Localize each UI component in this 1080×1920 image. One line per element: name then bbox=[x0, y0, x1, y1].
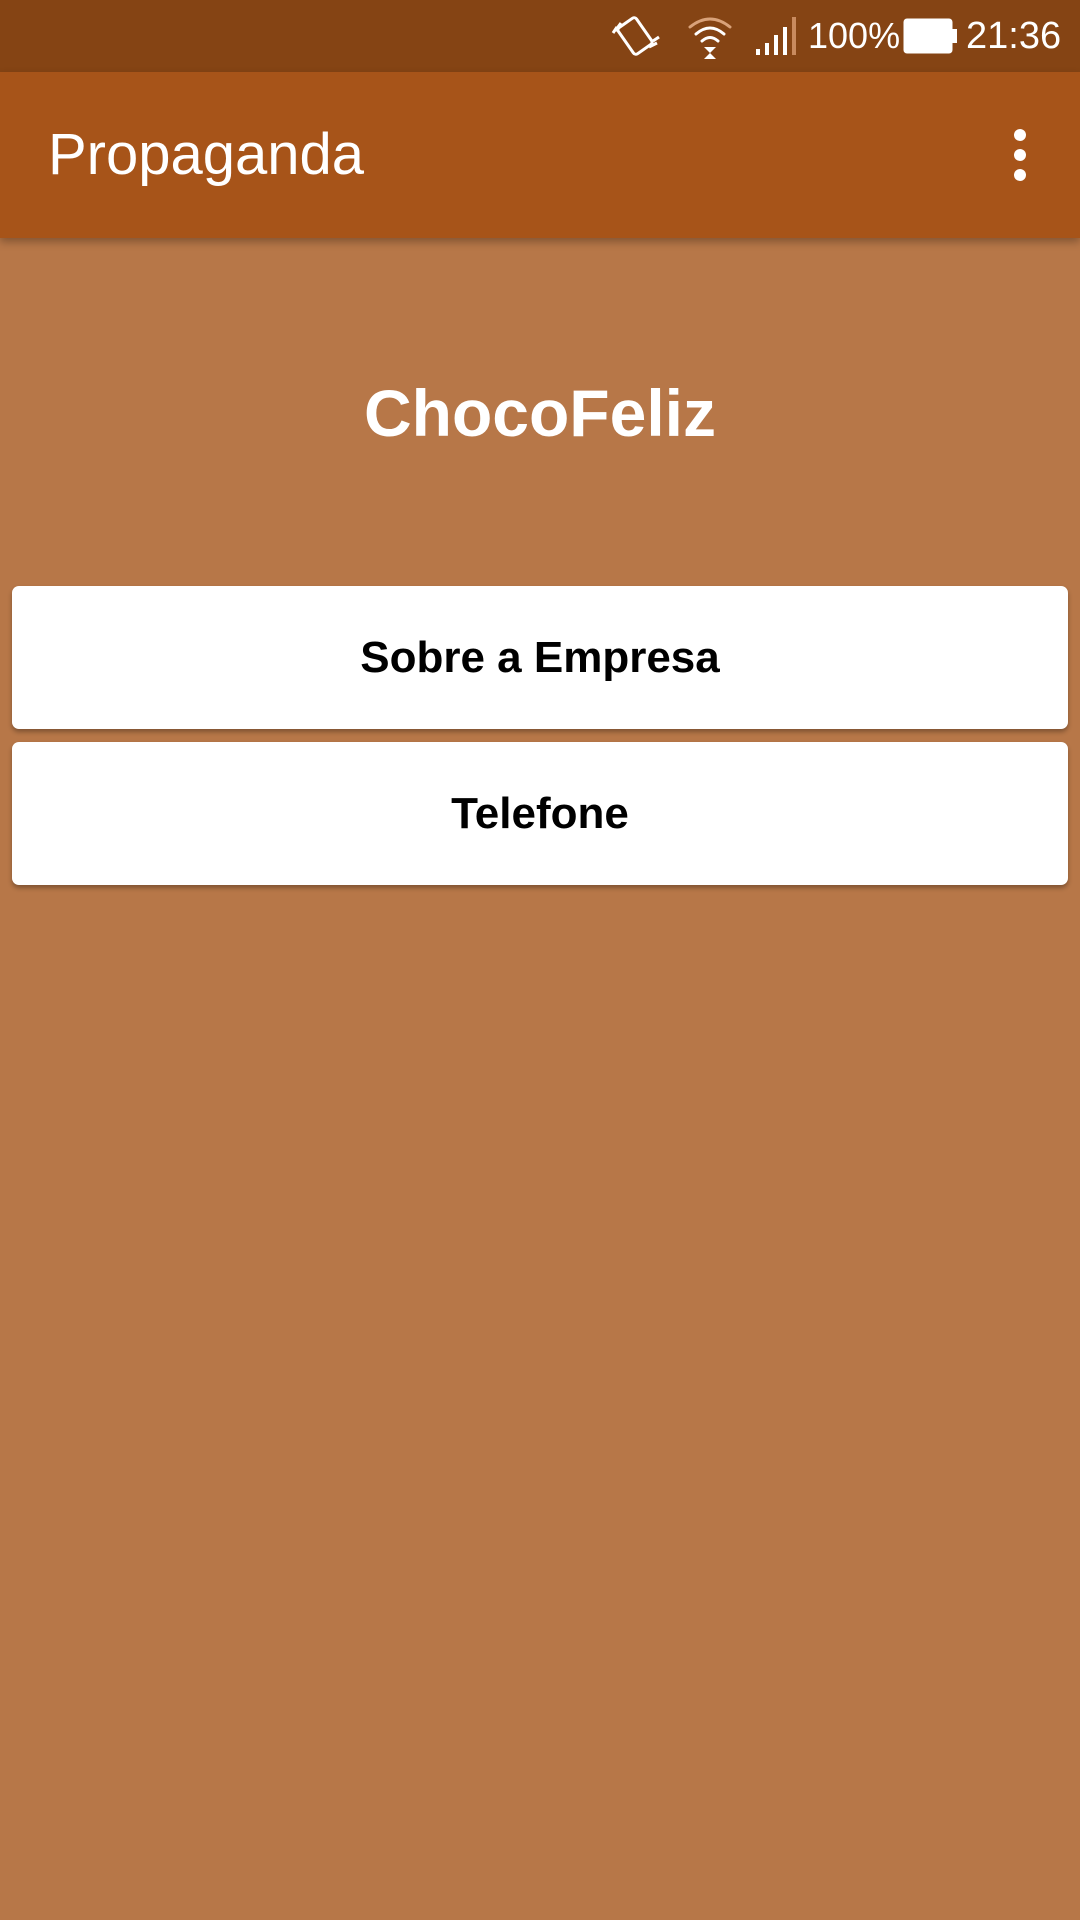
cell-signal-icon bbox=[754, 0, 800, 72]
battery-percent: 100% bbox=[808, 15, 901, 56]
status-bar: 100% 21:36 bbox=[0, 0, 1080, 72]
wifi-icon bbox=[686, 0, 734, 72]
app-title: Propaganda bbox=[48, 122, 365, 187]
battery-icon bbox=[903, 0, 959, 72]
clock: 21:36 bbox=[966, 14, 1062, 57]
vibrate-icon bbox=[611, 0, 663, 72]
brand-title: ChocoFeliz bbox=[363, 376, 716, 450]
app-screen: 100% 21:36 Propaganda ChocoFeliz Sobre a… bbox=[0, 0, 1080, 1920]
app-bar: Propaganda bbox=[0, 72, 1080, 238]
sobre-a-empresa-button[interactable]: Sobre a Empresa bbox=[12, 586, 1068, 729]
telefone-button[interactable]: Telefone bbox=[12, 742, 1068, 885]
more-vert-icon[interactable] bbox=[980, 115, 1060, 195]
